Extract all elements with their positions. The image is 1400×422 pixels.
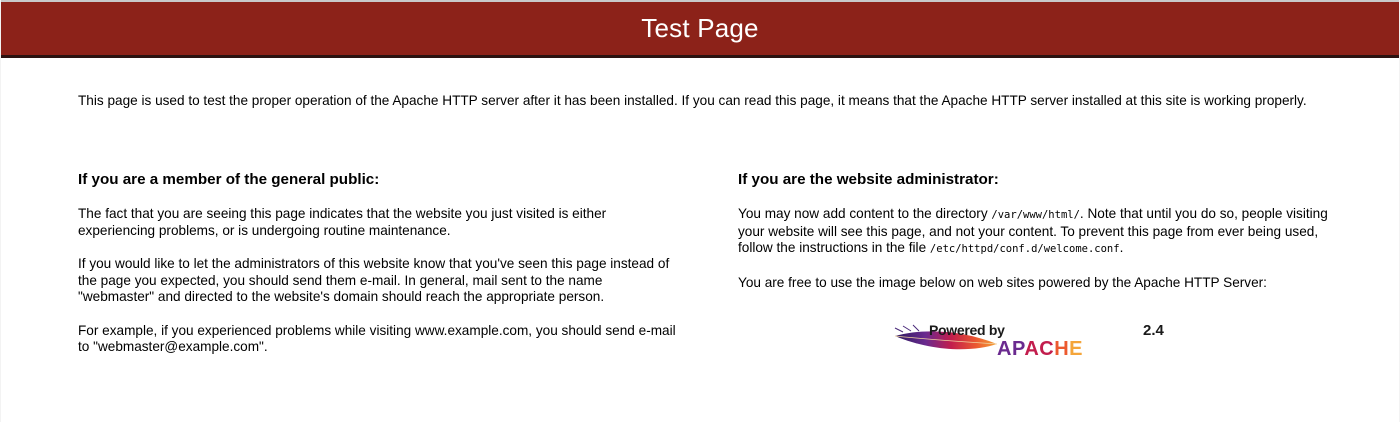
wordmark-letter-4: C [1039, 338, 1055, 360]
apache-wordmark: APACHE [997, 338, 1083, 361]
powered-by-apache-badge: Powered by 2.4 APACHE [893, 322, 1173, 360]
page: Test Page This page is used to test the … [1, 0, 1399, 422]
wordmark-letter-1: A [997, 338, 1012, 360]
admin-section: If you are the website administrator: Yo… [738, 170, 1338, 308]
apache-version: 2.4 [1143, 322, 1164, 339]
wordmark-letter-6: E [1069, 338, 1084, 360]
admin-paragraph-1: You may now add content to the directory… [738, 206, 1338, 258]
intro-text: This page is used to test the proper ope… [78, 93, 1307, 108]
header-banner: Test Page [1, 0, 1399, 58]
admin-text-start: You may now add content to the directory [738, 206, 992, 221]
public-section: If you are a member of the general publi… [78, 170, 678, 373]
public-paragraph-2: If you would like to let the administrat… [78, 256, 670, 304]
wordmark-letter-5: H [1054, 338, 1070, 360]
welcome-conf-path: /etc/httpd/conf.d/welcome.conf [929, 243, 1120, 255]
html-directory-path: /var/www/html/ [991, 209, 1080, 221]
public-paragraph-3: For example, if you experienced problems… [78, 322, 676, 355]
powered-by-text: Powered by [929, 322, 1005, 338]
page-title: Test Page [641, 13, 759, 43]
public-paragraph-1: The fact that you are seeing this page i… [78, 206, 607, 238]
public-heading: If you are a member of the general publi… [78, 171, 380, 188]
wordmark-letter-3: A [1024, 338, 1040, 360]
admin-paragraph-2: You are free to use the image below on w… [738, 274, 1267, 290]
wordmark-letter-2: P [1011, 338, 1025, 360]
admin-heading: If you are the website administrator: [738, 171, 999, 188]
admin-text-end: . [1119, 240, 1124, 255]
